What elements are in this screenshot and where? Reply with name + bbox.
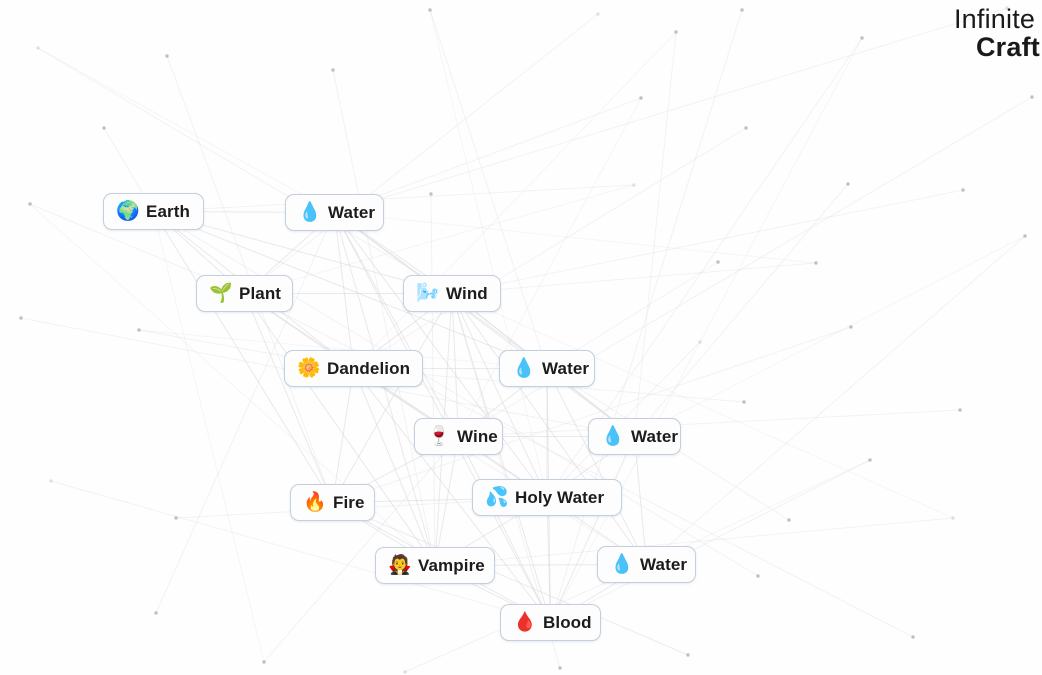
background-particle — [716, 260, 720, 264]
node-label: Holy Water — [515, 487, 605, 507]
node-water-4[interactable]: 💧 Water — [597, 546, 696, 583]
background-particle — [674, 30, 678, 34]
node-fire[interactable]: 🔥 Fire — [290, 484, 375, 521]
node-label: Blood — [543, 612, 592, 632]
background-particle — [951, 516, 955, 520]
background-particle — [596, 12, 600, 16]
water-droplet-icon: 💧 — [298, 202, 322, 223]
background-particle — [403, 670, 407, 674]
background-particle — [814, 261, 818, 265]
node-plant[interactable]: 🌱 Plant — [196, 275, 293, 312]
background-particle — [331, 68, 335, 72]
background-particle — [429, 192, 433, 196]
background-particle — [165, 54, 169, 58]
background-particle — [860, 36, 864, 40]
node-label: Fire — [333, 492, 365, 512]
vampire-icon: 🧛 — [388, 555, 412, 576]
logo-line-craft: Craft — [975, 32, 1040, 62]
node-holy-water[interactable]: 💦 Holy Water — [472, 479, 622, 516]
node-label: Earth — [146, 201, 190, 221]
background-particle — [742, 400, 746, 404]
wind-face-icon: 🌬️ — [416, 283, 440, 304]
node-water-2[interactable]: 💧 Water — [499, 350, 595, 387]
background-particle — [849, 325, 853, 329]
background-particle — [154, 611, 158, 615]
sweat-droplets-icon: 💦 — [485, 487, 509, 508]
node-label: Wine — [457, 426, 498, 446]
node-water-3[interactable]: 💧 Water — [588, 418, 681, 455]
background-particle — [846, 182, 850, 186]
background-particle — [49, 479, 53, 483]
background-particle — [19, 316, 23, 320]
background-particle — [174, 516, 178, 520]
background-particle — [428, 8, 432, 12]
water-droplet-icon: 💧 — [601, 426, 625, 447]
background-particle — [740, 8, 744, 12]
node-dandelion[interactable]: 🌼 Dandelion — [284, 350, 423, 387]
node-wind[interactable]: 🌬️ Wind — [403, 275, 501, 312]
node-vampire[interactable]: 🧛 Vampire — [375, 547, 495, 584]
node-label: Water — [640, 554, 688, 574]
background-particle — [698, 340, 702, 344]
infinite-craft-logo: Infinite Craft — [954, 6, 1040, 61]
background-particle — [28, 202, 32, 206]
graph-edge-layer — [19, 6, 1034, 674]
background-particle — [686, 653, 690, 657]
background-particle — [744, 126, 748, 130]
background-particle — [137, 328, 141, 332]
background-particle — [262, 660, 266, 664]
fire-icon: 🔥 — [303, 492, 327, 513]
node-water-1[interactable]: 💧 Water — [285, 194, 384, 231]
infinite-craft-canvas[interactable]: Infinite Craft 🌍 Earth 💧 Water 🌱 Plant 🌬️ Wind 🌼… — [0, 0, 1042, 675]
background-particle — [558, 666, 562, 670]
node-label: Water — [542, 358, 590, 378]
node-label: Wind — [446, 283, 488, 303]
background-particle — [958, 408, 962, 412]
water-droplet-icon: 💧 — [610, 554, 634, 575]
node-label: Vampire — [418, 555, 485, 575]
seedling-icon: 🌱 — [209, 283, 233, 304]
background-particle — [639, 96, 643, 100]
node-label: Dandelion — [327, 358, 411, 378]
earth-globe-icon: 🌍 — [116, 201, 140, 222]
background-particle — [756, 574, 760, 578]
node-earth[interactable]: 🌍 Earth — [103, 193, 204, 230]
background-particle — [1023, 234, 1027, 238]
node-blood[interactable]: 🩸 Blood — [500, 604, 601, 641]
blood-drop-icon: 🩸 — [513, 612, 537, 633]
node-label: Water — [328, 202, 376, 222]
node-label: Water — [631, 426, 679, 446]
background-particle — [102, 126, 106, 130]
background-particle — [911, 635, 915, 639]
blossom-flower-icon: 🌼 — [297, 358, 321, 379]
wine-glass-icon: 🍷 — [427, 426, 451, 447]
background-particle — [1030, 95, 1034, 99]
background-particle — [868, 458, 872, 462]
background-particle — [787, 518, 791, 522]
logo-line-infinite: Infinite — [953, 4, 1036, 34]
background-particle — [961, 188, 965, 192]
background-particle — [36, 46, 40, 50]
node-label: Plant — [239, 283, 282, 303]
background-particle — [632, 183, 636, 187]
node-wine[interactable]: 🍷 Wine — [414, 418, 503, 455]
water-droplet-icon: 💧 — [512, 358, 536, 379]
